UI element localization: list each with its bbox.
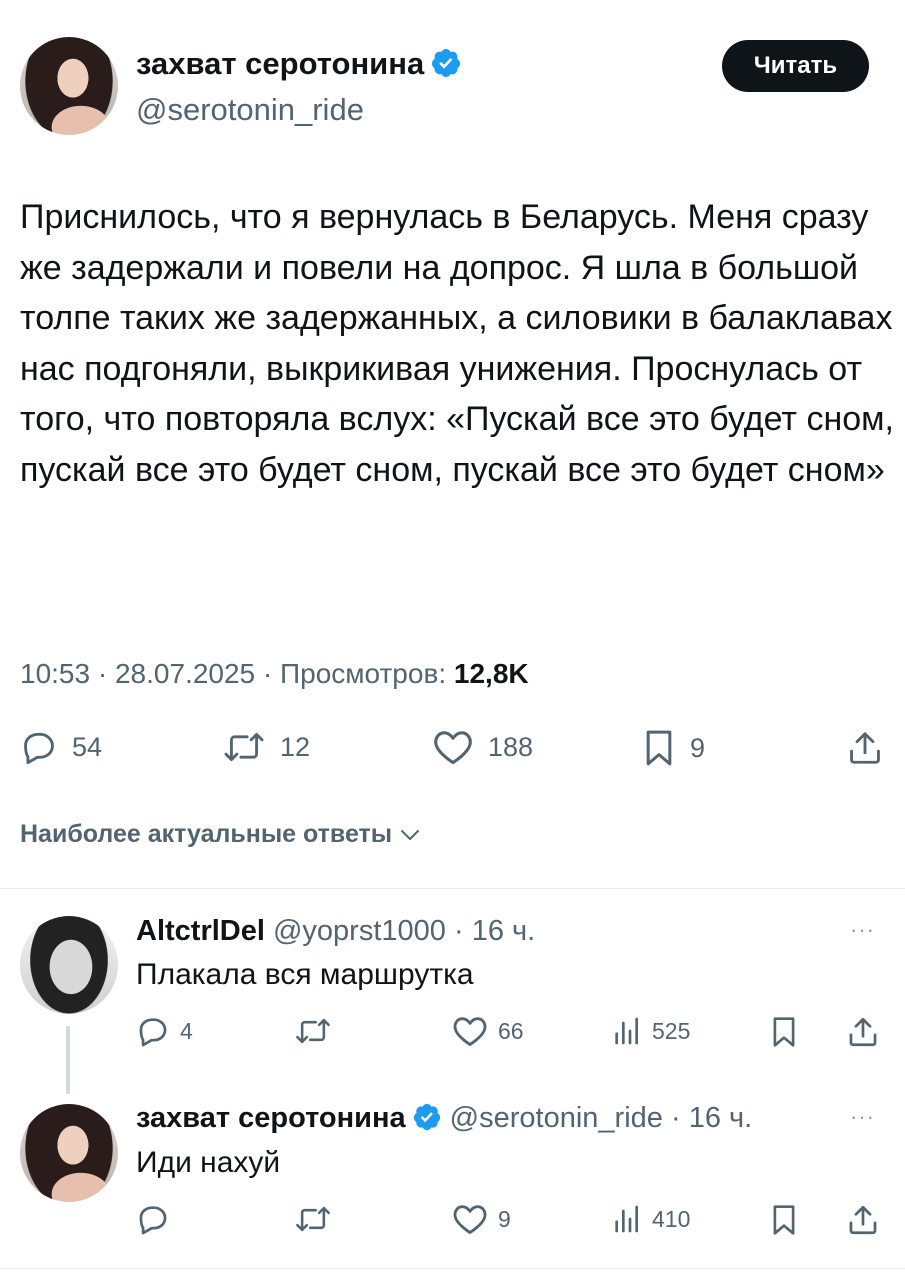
reply-text: Плакала вся маршрутка [136,958,474,991]
reply-author-name[interactable]: AltctrlDel [136,915,265,947]
reply-share-button[interactable] [846,1014,880,1050]
heart-icon [434,731,472,765]
meta-separator: · [453,915,464,947]
author-handle[interactable]: @serotonin_ride [136,92,364,128]
thread-connector-line [66,1026,70,1094]
reply-icon [139,1018,167,1047]
reply-header: захват серотонина @serotonin_ride · 16 ч… [136,1102,752,1135]
bookmark-action[interactable]: 9 [642,728,705,768]
reply-views-action[interactable]: 410 [610,1202,690,1236]
share-icon [850,732,880,764]
reply-retweet-action[interactable] [294,1202,342,1236]
more-options-icon[interactable]: ··· [850,1104,875,1130]
bookmark-icon [646,730,672,766]
heart-icon [453,1205,487,1234]
retweet-icon [296,1018,330,1044]
reply-icon [139,1206,167,1235]
author-avatar[interactable] [20,37,118,135]
meta-separator: · [262,658,273,689]
reply-time[interactable]: 16 ч. [472,915,535,947]
retweet-action[interactable]: 12 [222,728,310,766]
replies-sort-dropdown[interactable]: Наиболее актуальные ответы [20,820,422,849]
views-label: Просмотров: [280,658,447,689]
reply-bookmark-button[interactable] [770,1202,798,1238]
reply-header: AltctrlDel @yoprst1000 · 16 ч. [136,915,535,948]
views-icon [615,1017,638,1045]
heart-icon [453,1017,487,1046]
reply-views-action[interactable]: 525 [610,1014,690,1048]
bookmark-icon [773,1205,795,1235]
like-count: 9 [498,1205,511,1232]
verified-badge-icon [413,1103,440,1131]
views-icon [615,1205,638,1233]
tweet-time[interactable]: 10:53 [20,658,90,689]
section-divider [0,888,905,889]
reply-bookmark-button[interactable] [770,1014,798,1050]
reply-time[interactable]: 16 ч. [689,1102,752,1134]
more-options-icon[interactable]: ··· [850,917,875,943]
author-name-row[interactable]: захват серотонина [136,46,462,82]
meta-separator: · [670,1102,681,1134]
reply-like-action[interactable]: 66 [452,1014,524,1048]
verified-badge-icon [432,49,461,77]
reply-action[interactable]: 54 [20,728,102,766]
chevron-down-icon [401,829,420,840]
like-action[interactable]: 188 [432,728,533,766]
reply-text: Иди нахуй [136,1146,281,1179]
reply-icon [24,732,54,765]
reply-author-name[interactable]: захват серотонина [136,1102,406,1134]
views-count: 12,8K [453,658,529,689]
retweet-icon [296,1206,330,1232]
reply-reply-action[interactable]: 4 [136,1014,193,1048]
tweet-meta: 10:53 · 28.07.2025 · Просмотров: 12,8K [20,658,529,690]
bookmark-count: 9 [690,732,706,763]
reply-avatar[interactable] [20,916,118,1014]
like-count: 66 [498,1017,524,1044]
share-icon [849,1017,877,1047]
views-count: 525 [652,1017,691,1044]
bookmark-icon [773,1017,795,1047]
reply-count: 54 [72,731,103,762]
author-name[interactable]: захват серотонина [136,46,424,81]
reply-like-action[interactable]: 9 [452,1202,511,1236]
reply-retweet-action[interactable] [294,1014,342,1048]
meta-separator: · [97,658,108,689]
reply-share-button[interactable] [846,1202,880,1238]
share-button[interactable] [846,728,884,768]
reply-reply-action[interactable] [136,1202,180,1236]
follow-button[interactable]: Читать [722,40,869,92]
tweet-text: Приснилось, что я вернулась в Беларусь. … [20,198,894,489]
reply-count: 4 [180,1017,193,1044]
share-icon [849,1205,877,1235]
reply-author-handle[interactable]: @serotonin_ride [450,1102,663,1134]
retweet-icon [224,733,264,761]
like-count: 188 [488,731,534,762]
retweet-count: 12 [280,731,311,762]
section-divider [0,1268,905,1269]
reply-author-handle[interactable]: @yoprst1000 [273,915,446,947]
tweet-date[interactable]: 28.07.2025 [115,658,255,689]
views-count: 410 [652,1205,691,1232]
sort-label: Наиболее актуальные ответы [20,820,393,848]
reply-avatar[interactable] [20,1104,118,1202]
